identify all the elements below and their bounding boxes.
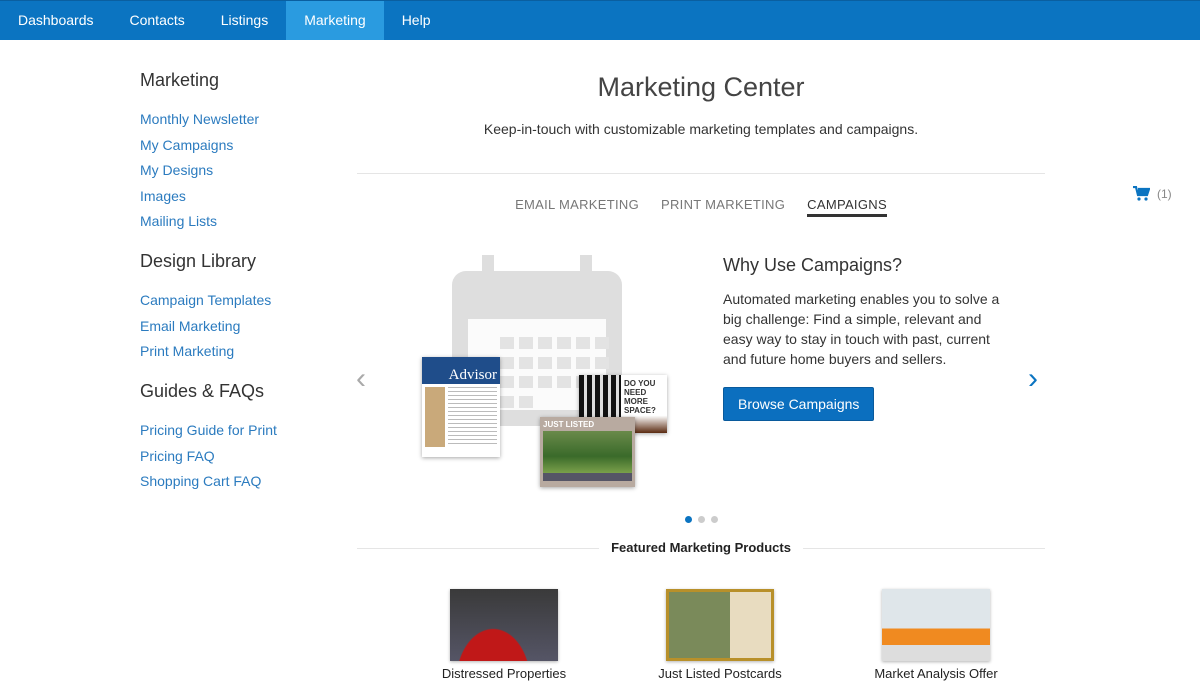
just-listed-thumbnail: JUST LISTED — [540, 417, 635, 487]
sidebar-link[interactable]: Mailing Lists — [140, 213, 340, 229]
tabs: EMAIL MARKETING PRINT MARKETING CAMPAIGN… — [357, 197, 1045, 217]
featured-header: Featured Marketing Products — [357, 540, 1045, 560]
campaign-illustration: Advisor DO YOU NEED MORE SPACE? JUST LIS… — [418, 255, 673, 490]
sidebar-group-guides: Guides & FAQs Pricing Guide for Print Pr… — [140, 381, 340, 489]
divider — [357, 173, 1045, 174]
product-card[interactable]: Distressed Properties — [430, 589, 578, 681]
carousel-next-arrow[interactable]: › — [1028, 362, 1038, 396]
product-thumbnail — [882, 589, 990, 661]
newsletter-thumbnail: Advisor — [422, 357, 500, 457]
sidebar-link[interactable]: My Campaigns — [140, 137, 340, 153]
sidebar-heading: Design Library — [140, 251, 257, 271]
product-card[interactable]: Just Listed Postcards — [646, 589, 794, 681]
sidebar-link[interactable]: My Designs — [140, 162, 340, 178]
tab-print-marketing[interactable]: PRINT MARKETING — [661, 197, 785, 217]
sidebar-heading: Marketing — [140, 70, 220, 90]
nav-dashboards[interactable]: Dashboards — [0, 1, 112, 40]
sidebar-link[interactable]: Email Marketing — [140, 318, 340, 334]
page-subtitle: Keep-in-touch with customizable marketin… — [483, 121, 919, 137]
cart-icon — [1133, 186, 1150, 201]
product-title: Just Listed Postcards — [658, 666, 782, 681]
sidebar: Marketing Monthly Newsletter My Campaign… — [140, 70, 340, 511]
sidebar-link[interactable]: Print Marketing — [140, 343, 340, 359]
sidebar-link[interactable]: Campaign Templates — [140, 292, 340, 308]
product-thumbnail — [666, 589, 774, 661]
carousel-dot[interactable] — [711, 516, 718, 523]
nav-contacts[interactable]: Contacts — [112, 1, 203, 40]
sidebar-link[interactable]: Images — [140, 188, 340, 204]
top-nav: Dashboards Contacts Listings Marketing H… — [0, 0, 1200, 40]
main-content: Marketing Center Keep-in-touch with cust… — [357, 70, 1045, 217]
browse-campaigns-button[interactable]: Browse Campaigns — [723, 387, 875, 421]
sidebar-link[interactable]: Monthly Newsletter — [140, 111, 340, 127]
cart-button[interactable]: (1) — [1133, 186, 1172, 201]
nav-help[interactable]: Help — [384, 1, 449, 40]
sidebar-group-design-library: Design Library Campaign Templates Email … — [140, 251, 340, 359]
sidebar-link[interactable]: Pricing Guide for Print — [140, 422, 340, 438]
carousel-heading: Why Use Campaigns? — [723, 255, 903, 275]
featured-heading: Featured Marketing Products — [599, 540, 803, 555]
page-title: Marketing Center — [597, 72, 805, 102]
sidebar-link[interactable]: Shopping Cart FAQ — [140, 473, 340, 489]
nav-marketing[interactable]: Marketing — [286, 1, 384, 40]
carousel-panel: Why Use Campaigns? Automated marketing e… — [723, 255, 1013, 421]
product-title: Distressed Properties — [441, 666, 567, 681]
sidebar-link[interactable]: Pricing FAQ — [140, 448, 340, 464]
tab-campaigns[interactable]: CAMPAIGNS — [807, 197, 887, 217]
nav-listings[interactable]: Listings — [203, 1, 286, 40]
carousel-body: Automated marketing enables you to solve… — [723, 291, 1000, 367]
carousel-dot[interactable] — [685, 516, 692, 523]
carousel-dots — [685, 516, 718, 523]
sidebar-heading: Guides & FAQs — [140, 381, 265, 401]
product-card[interactable]: Market Analysis Offer — [862, 589, 1010, 681]
carousel-prev-arrow[interactable]: ‹ — [356, 362, 366, 396]
sidebar-group-marketing: Marketing Monthly Newsletter My Campaign… — [140, 70, 340, 229]
cart-count: (1) — [1157, 186, 1172, 201]
tab-email-marketing[interactable]: EMAIL MARKETING — [515, 197, 639, 217]
product-title: Market Analysis Offer — [874, 666, 998, 681]
carousel-dot[interactable] — [698, 516, 705, 523]
product-thumbnail — [450, 589, 558, 661]
